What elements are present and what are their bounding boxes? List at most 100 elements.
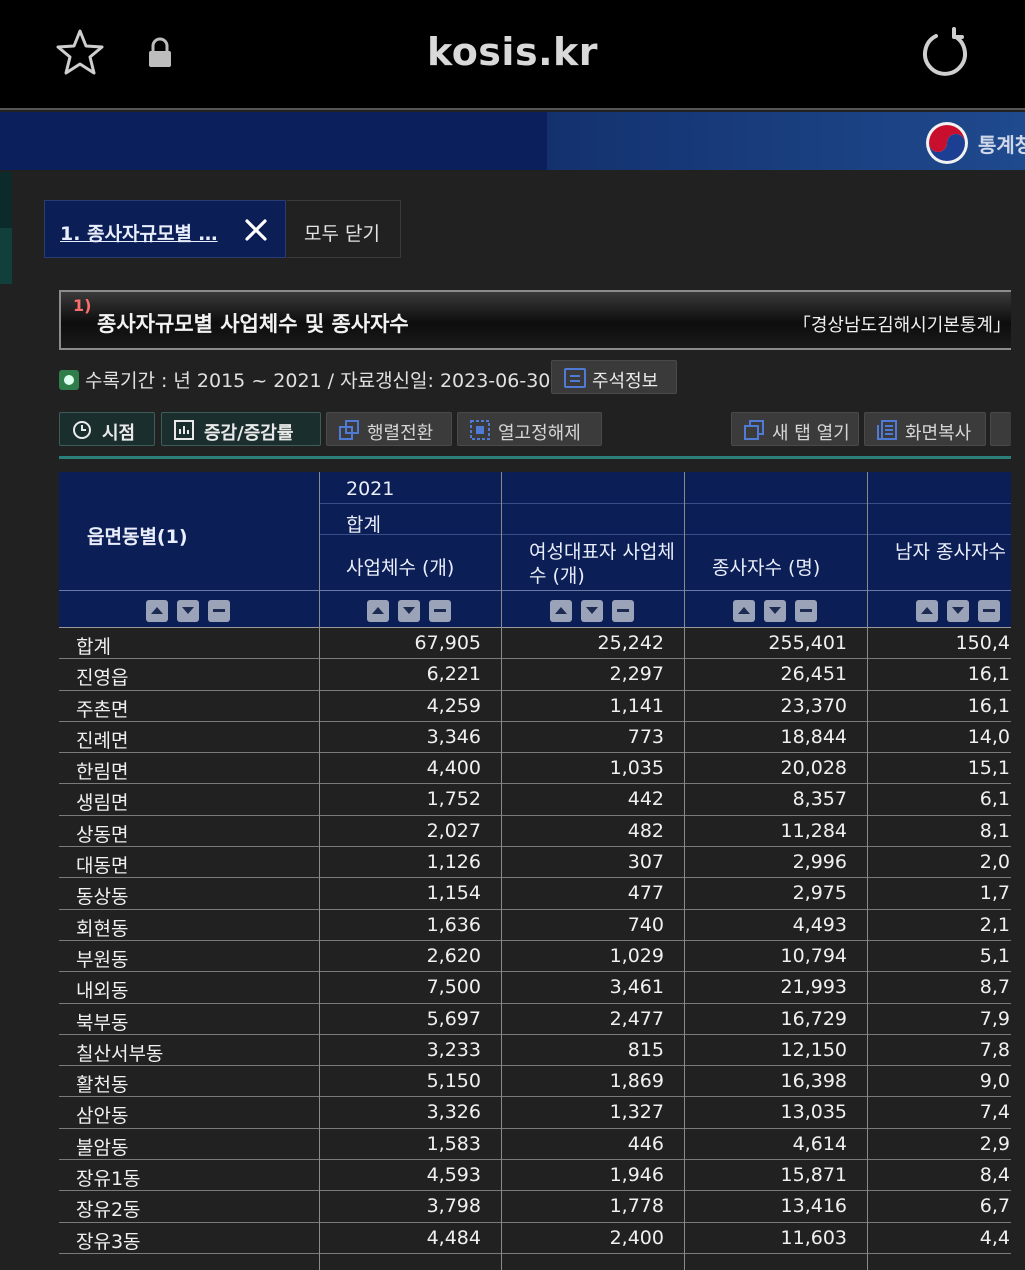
column-label: 사업체수 (개) <box>346 557 455 579</box>
table-cell: 446 <box>627 1132 664 1155</box>
address-bar[interactable]: kosis.kr <box>0 30 1025 74</box>
table-cell: 16,729 <box>780 1007 847 1030</box>
pivot-button[interactable]: 행렬전환 <box>326 412 452 446</box>
statistics-korea-emblem-icon <box>926 122 968 164</box>
screen-copy-label: 화면복사 <box>905 423 972 444</box>
sort-down-icon[interactable] <box>764 600 786 622</box>
collapse-icon[interactable] <box>978 600 1000 622</box>
screen-copy-button[interactable]: 화면복사 <box>864 412 986 446</box>
table-row: 생림면 1,752 442 8,357 6,1 <box>59 784 1011 816</box>
table-cell: 21,993 <box>780 976 847 999</box>
table-cell: 23,370 <box>780 694 847 717</box>
table-cell: 1,141 <box>609 694 664 717</box>
row-label: 장유2동 <box>76 1199 141 1222</box>
table-cell: 6,7 <box>979 1195 1010 1218</box>
comment-icon <box>564 368 586 388</box>
tab-table-1[interactable]: 1. 종사자규모별 … <box>44 200 286 258</box>
row-label: 불암동 <box>76 1136 129 1159</box>
collapse-icon[interactable] <box>795 600 817 622</box>
row-label: 삼안동 <box>76 1105 129 1128</box>
table-cell: 740 <box>627 913 664 936</box>
table-row: 합계 67,905 25,242 255,401 150,4 <box>59 628 1011 660</box>
row-label: 상동면 <box>76 823 129 846</box>
copy-icon <box>877 420 897 440</box>
new-tab-icon <box>744 420 764 440</box>
time-button[interactable]: 시점 <box>59 412 155 446</box>
table-cell: 2,477 <box>609 1007 664 1030</box>
tab-label[interactable]: 1. 종사자규모별 … <box>60 219 218 246</box>
sort-up-icon[interactable] <box>916 600 938 622</box>
table-row: 불암동 1,583 446 4,614 2,9 <box>59 1129 1011 1161</box>
table-row: 장유1동 4,593 1,946 15,871 8,4 <box>59 1160 1011 1192</box>
table-cell: 815 <box>627 1038 664 1061</box>
group-header: 합계 <box>319 504 1011 536</box>
table-cell: 4,484 <box>426 1226 481 1249</box>
clock-icon <box>73 421 91 439</box>
browser-toolbar: kosis.kr <box>0 0 1025 110</box>
org-logo-text: 통계청 <box>978 133 1025 157</box>
table-cell: 1,946 <box>609 1164 664 1187</box>
table-cell: 7,4 <box>979 1101 1010 1124</box>
table-cell: 8,357 <box>792 788 847 811</box>
sort-up-icon[interactable] <box>733 600 755 622</box>
row-label: 진영읍 <box>76 667 129 690</box>
note-info-button[interactable]: 주석정보 <box>551 360 677 394</box>
table-row: 동상동 1,154 477 2,975 1,7 <box>59 878 1011 910</box>
close-icon[interactable] <box>243 217 269 243</box>
sort-down-icon[interactable] <box>581 600 603 622</box>
sort-down-icon[interactable] <box>398 600 420 622</box>
table-cell: 18,844 <box>780 725 847 748</box>
table-row: 진영읍 6,221 2,297 26,451 16,1 <box>59 659 1011 691</box>
sort-up-icon[interactable] <box>550 600 572 622</box>
row-label: 활천동 <box>76 1074 129 1097</box>
table-cell: 482 <box>627 819 664 842</box>
table-cell: 5,150 <box>426 1070 481 1093</box>
column-label: 종사자수 (명) <box>712 557 821 579</box>
site-banner: 통계청 <box>0 112 1025 170</box>
footnote-marker: 1) <box>73 296 92 315</box>
table-row: 칠산서부동 3,233 815 12,150 7,8 <box>59 1035 1011 1067</box>
table-cell: 25,242 <box>597 632 664 654</box>
pivot-icon <box>339 420 359 440</box>
table-cell: 2,620 <box>426 944 481 967</box>
table-cell: 773 <box>627 725 664 748</box>
sort-down-icon[interactable] <box>177 600 199 622</box>
table-cell: 4,493 <box>792 913 847 936</box>
table-cell: 14,0 <box>967 725 1010 748</box>
year-label: 2021 <box>346 478 395 500</box>
collapse-icon[interactable] <box>612 600 634 622</box>
table-row: 상동면 2,027 482 11,284 8,1 <box>59 816 1011 848</box>
table-cell: 1,636 <box>426 913 481 936</box>
row-label: 북부동 <box>76 1011 129 1034</box>
collapse-icon[interactable] <box>429 600 451 622</box>
note-info-label: 주석정보 <box>592 371 659 392</box>
table-cell: 2,400 <box>609 1226 664 1249</box>
sort-down-icon[interactable] <box>947 600 969 622</box>
change-rate-button[interactable]: 증감/증감률 <box>161 412 321 446</box>
column-header: 사업체수 (개) <box>319 535 501 591</box>
sort-up-icon[interactable] <box>146 600 168 622</box>
table-cell: 4,614 <box>792 1132 847 1155</box>
table-cell: 8,7 <box>979 976 1010 999</box>
collapse-icon[interactable] <box>208 600 230 622</box>
table-row: 회현동 1,636 740 4,493 2,1 <box>59 910 1011 941</box>
reload-icon[interactable] <box>918 26 972 80</box>
table-row: 한림면 4,400 1,035 20,028 15,1 <box>59 753 1011 785</box>
year-header: 2021 <box>319 472 1011 503</box>
table-cell: 3,461 <box>609 976 664 999</box>
new-tab-button[interactable]: 새 탭 열기 <box>731 412 859 446</box>
more-toolbar-button[interactable] <box>990 412 1011 446</box>
table-cell: 1,778 <box>609 1195 664 1218</box>
table-cell: 3,233 <box>426 1038 481 1061</box>
table-row: 대동면 1,126 307 2,996 2,0 <box>59 847 1011 879</box>
close-all-tabs-button[interactable]: 모두 닫기 <box>287 200 401 258</box>
table-cell: 15,871 <box>780 1164 847 1187</box>
table-cell: 12,150 <box>780 1038 847 1061</box>
unfix-columns-button[interactable]: 열고정해제 <box>457 412 602 446</box>
sort-up-icon[interactable] <box>367 600 389 622</box>
table-cell: 7,8 <box>979 1038 1010 1061</box>
column-label: 남자 종사자수 (명) <box>895 541 1011 563</box>
sort-control-row <box>59 591 1011 627</box>
table-cell: 2,027 <box>426 819 481 842</box>
table-cell: 1,7 <box>979 882 1010 905</box>
